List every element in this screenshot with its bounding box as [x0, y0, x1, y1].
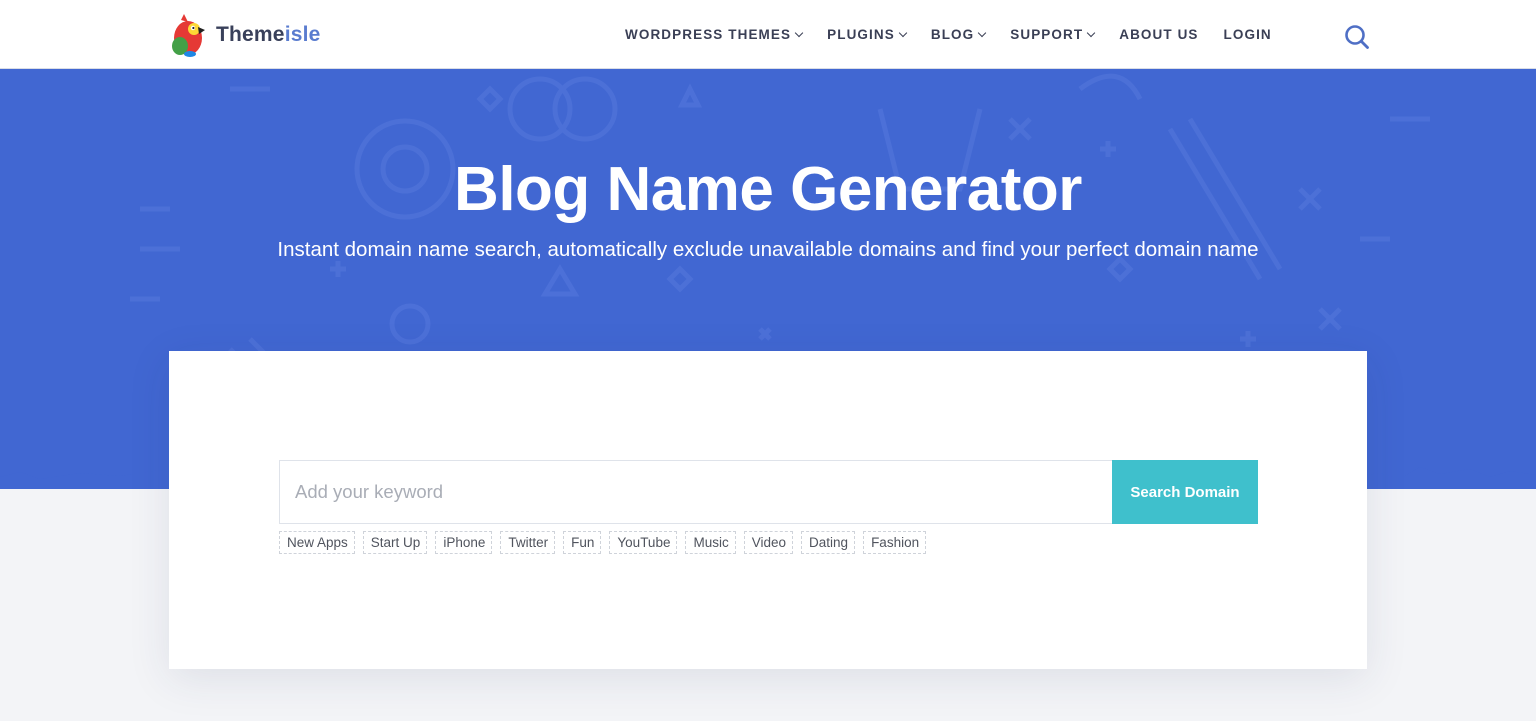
nav-item-plugins[interactable]: PLUGINS	[827, 27, 908, 42]
page-subtitle: Instant domain name search, automaticall…	[277, 238, 1259, 261]
chevron-down-icon	[794, 28, 804, 37]
search-domain-button[interactable]: Search Domain	[1112, 460, 1258, 524]
header-search-button[interactable]	[1344, 24, 1370, 50]
tag-music[interactable]: Music	[685, 531, 736, 554]
tag-fashion[interactable]: Fashion	[863, 531, 927, 554]
tag-youtube[interactable]: YouTube	[609, 531, 678, 554]
nav-item-label: PLUGINS	[827, 27, 895, 42]
page-title: Blog Name Generator	[454, 155, 1082, 224]
main-nav: WORDPRESS THEMES PLUGINS BLOG SUPPORT AB…	[625, 0, 1297, 69]
parrot-logo-icon	[172, 14, 205, 57]
tag-start-up[interactable]: Start Up	[362, 531, 428, 554]
search-card: Search Domain New Apps Start Up iPhone T…	[169, 351, 1367, 669]
themeisle-logo[interactable]: Themeisle	[168, 10, 321, 60]
keyword-input[interactable]	[279, 460, 1112, 524]
brand-name: Themeisle	[216, 23, 321, 46]
keyword-suggestions: New Apps Start Up iPhone Twitter Fun You…	[279, 531, 927, 554]
nav-item-blog[interactable]: BLOG	[930, 27, 987, 42]
nav-item-label: BLOG	[930, 27, 975, 42]
chevron-down-icon	[898, 28, 908, 37]
nav-item-label: SUPPORT	[1010, 27, 1084, 42]
tag-video[interactable]: Video	[743, 531, 794, 554]
tag-dating[interactable]: Dating	[801, 531, 856, 554]
tag-new-apps[interactable]: New Apps	[279, 531, 355, 554]
nav-item-support[interactable]: SUPPORT	[1010, 27, 1096, 42]
nav-item-label: ABOUT US	[1119, 27, 1199, 42]
site-header: Themeisle WORDPRESS THEMES PLUGINS BLOG …	[0, 0, 1536, 69]
tag-iphone[interactable]: iPhone	[435, 531, 493, 554]
tag-fun[interactable]: Fun	[563, 531, 602, 554]
domain-search-form: Search Domain	[279, 460, 1258, 524]
nav-item-label: LOGIN	[1223, 27, 1272, 42]
nav-item-label: WORDPRESS THEMES	[625, 27, 792, 42]
nav-item-about-us[interactable]: ABOUT US	[1119, 27, 1198, 42]
chevron-down-icon	[978, 28, 987, 37]
nav-item-login[interactable]: LOGIN	[1224, 27, 1272, 42]
nav-item-wordpress-themes[interactable]: WORDPRESS THEMES	[625, 27, 804, 42]
tag-twitter[interactable]: Twitter	[500, 531, 556, 554]
search-icon	[1345, 25, 1369, 49]
chevron-down-icon	[1086, 28, 1096, 37]
